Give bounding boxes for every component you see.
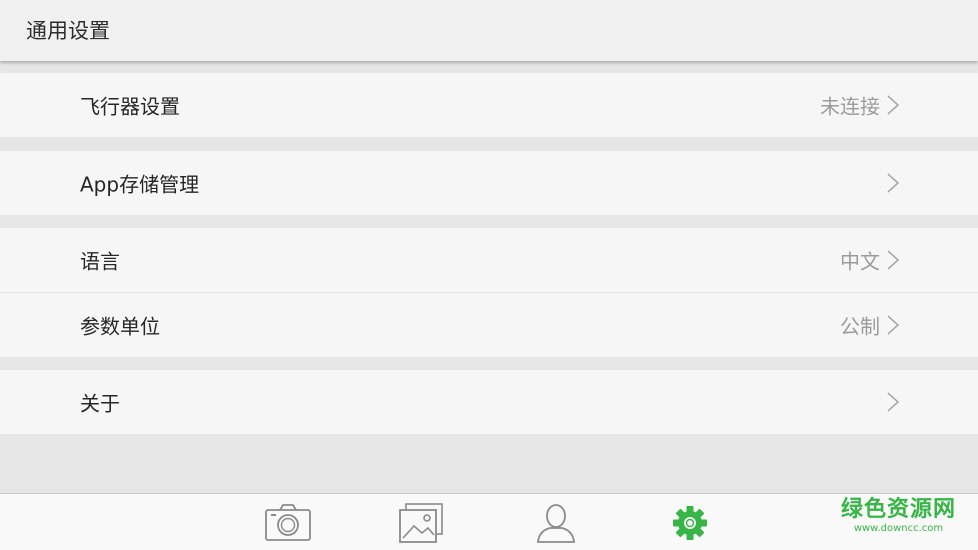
- chevron-right-icon: [887, 95, 900, 115]
- chevron-right-icon: [887, 392, 900, 412]
- settings-item-value: 未连接: [820, 94, 880, 119]
- settings-item-language[interactable]: 语言 中文: [0, 228, 978, 292]
- settings-item-about[interactable]: 关于: [0, 370, 978, 434]
- camera-icon: [265, 504, 311, 541]
- watermark: 绿色资源网 www.downcc.com: [841, 497, 956, 535]
- user-icon: [537, 504, 575, 543]
- settings-item-label: App存储管理: [80, 172, 200, 197]
- settings-item-label: 语言: [80, 249, 120, 274]
- bottom-tab-bar: [0, 493, 978, 550]
- tab-settings[interactable]: [665, 502, 715, 544]
- settings-item-value: 公制: [840, 314, 880, 339]
- settings-item-app-storage[interactable]: App存储管理: [0, 151, 978, 215]
- settings-item-label: 关于: [80, 391, 120, 416]
- tab-camera[interactable]: [263, 502, 313, 544]
- settings-item-label: 参数单位: [80, 314, 160, 339]
- chevron-right-icon: [887, 250, 900, 270]
- settings-screen: 通用设置 飞行器设置 未连接 App存储管理 语言 中文 参数单位 公制 关于: [0, 0, 978, 550]
- settings-item-aircraft[interactable]: 飞行器设置 未连接: [0, 73, 978, 137]
- settings-item-value: 中文: [840, 249, 880, 274]
- page-title: 通用设置: [26, 19, 110, 43]
- gear-icon: [673, 506, 707, 540]
- watermark-url: www.downcc.com: [853, 523, 944, 534]
- settings-item-label: 飞行器设置: [80, 94, 180, 119]
- chevron-right-icon: [887, 315, 900, 335]
- tab-gallery[interactable]: [397, 502, 447, 544]
- tab-profile[interactable]: [531, 502, 581, 544]
- gallery-icon: [399, 503, 443, 543]
- watermark-title: 绿色资源网: [840, 497, 956, 522]
- chevron-right-icon: [887, 173, 900, 193]
- settings-item-units[interactable]: 参数单位 公制: [0, 293, 978, 357]
- title-bar: 通用设置: [0, 0, 978, 61]
